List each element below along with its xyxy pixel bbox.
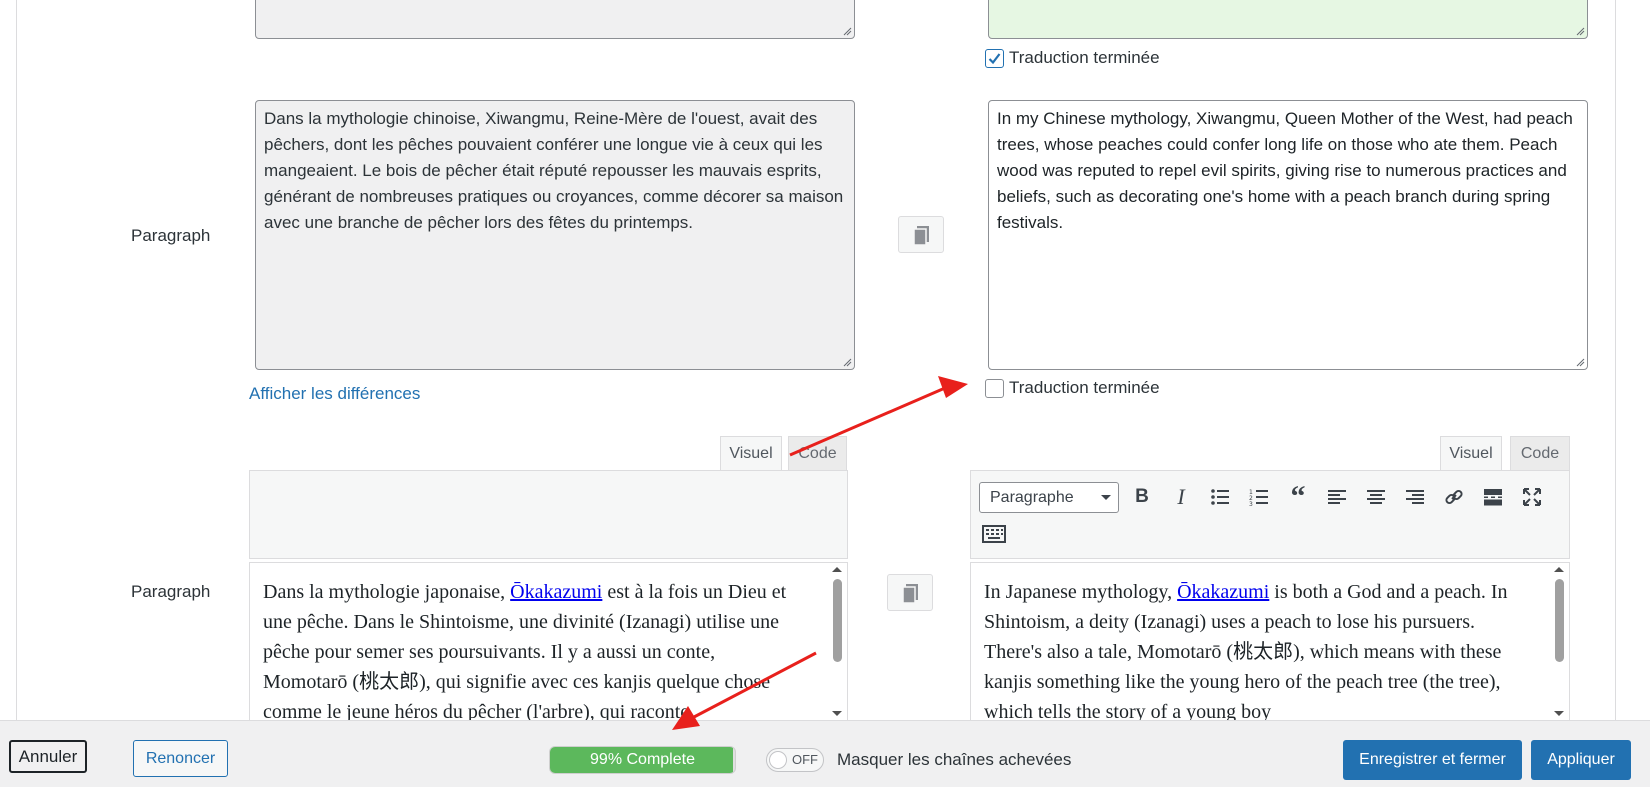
right-tab-code[interactable]: Code xyxy=(1510,436,1570,471)
right-tab-visual[interactable]: Visuel xyxy=(1440,436,1502,471)
apply-button[interactable]: Appliquer xyxy=(1531,740,1631,780)
show-differences-link[interactable]: Afficher les différences xyxy=(249,384,420,404)
translation-done-label: Traduction terminée xyxy=(1009,48,1160,67)
left-tab-visual[interactable]: Visuel xyxy=(720,436,782,471)
resize-grip-icon[interactable] xyxy=(1575,26,1585,36)
read-more-icon[interactable] xyxy=(1478,482,1508,512)
scroll-down-icon[interactable] xyxy=(829,709,845,719)
copy-icon xyxy=(902,584,918,604)
format-select[interactable]: Paragraphe xyxy=(979,482,1119,513)
resize-grip-icon[interactable] xyxy=(842,357,852,367)
scroll-up-icon[interactable] xyxy=(829,564,845,574)
scroll-thumb[interactable] xyxy=(833,579,842,662)
row2-translation-done[interactable]: Traduction terminée xyxy=(985,378,1160,398)
scroll-thumb[interactable] xyxy=(1555,579,1564,662)
row2-source-text: Dans la mythologie chinoise, Xiwangmu, R… xyxy=(264,109,844,232)
panel-right-border xyxy=(1615,0,1616,720)
bold-icon[interactable]: B xyxy=(1127,482,1157,512)
checkbox-unchecked[interactable] xyxy=(985,378,1004,398)
left-editor-text-before: Dans la mythologie japonaise, xyxy=(263,581,511,603)
save-and-close-button[interactable]: Enregistrer et fermer xyxy=(1343,740,1522,780)
right-editor-content[interactable]: In Japanese mythology, Ōkakazumi is both… xyxy=(970,562,1570,722)
progress-text: 99% Complete xyxy=(590,751,695,768)
hide-completed-label: Masquer les chaînes achevées xyxy=(837,750,1072,769)
right-editor-scrollbar[interactable] xyxy=(1551,563,1567,720)
fullscreen-icon[interactable] xyxy=(1517,482,1547,512)
row2-translation-text[interactable]: In my Chinese mythology, Xiwangmu, Queen… xyxy=(997,109,1573,232)
renounce-button[interactable]: Renoncer xyxy=(133,740,228,777)
progress-bar: 99% Complete xyxy=(549,746,736,774)
bullet-list-icon[interactable] xyxy=(1205,482,1235,512)
row3-copy-button[interactable] xyxy=(887,574,933,611)
toolbar-toggle-icon[interactable] xyxy=(979,519,1009,549)
left-editor-toolbar xyxy=(249,470,848,559)
copy-icon xyxy=(913,226,929,246)
hide-completed-toggle[interactable]: OFF xyxy=(766,748,824,772)
row2-translation-textarea[interactable]: In my Chinese mythology, Xiwangmu, Queen… xyxy=(988,100,1588,370)
align-right-icon[interactable] xyxy=(1400,482,1430,512)
toggle-knob xyxy=(769,751,787,769)
right-editor-toolbar: Paragraphe B I 123 “ xyxy=(970,470,1570,559)
scroll-up-icon[interactable] xyxy=(1551,564,1567,574)
right-editor-text-before[interactable]: In Japanese mythology, xyxy=(984,581,1177,603)
blockquote-icon[interactable]: “ xyxy=(1283,480,1313,513)
align-left-icon[interactable] xyxy=(1322,482,1352,512)
italic-icon[interactable]: I xyxy=(1166,482,1196,512)
checkmark-icon xyxy=(988,52,1001,64)
okakazumi-link[interactable]: Ōkakazumi xyxy=(1177,581,1269,603)
row1-source-textarea xyxy=(255,0,855,39)
format-select-value: Paragraphe xyxy=(990,488,1074,506)
align-center-icon[interactable] xyxy=(1361,482,1391,512)
left-tab-code[interactable]: Code xyxy=(788,436,847,471)
toggle-state: OFF xyxy=(792,752,818,767)
row2-copy-button[interactable] xyxy=(898,216,944,253)
panel-left-border xyxy=(16,0,17,720)
numbered-list-icon[interactable]: 123 xyxy=(1244,482,1274,512)
row2-field-label: Paragraph xyxy=(131,226,211,245)
row1-translation-textarea[interactable] xyxy=(988,0,1588,39)
link-icon[interactable] xyxy=(1439,482,1469,512)
left-editor-content: Dans la mythologie japonaise, Ōkakazumi … xyxy=(249,562,848,722)
resize-grip-icon[interactable] xyxy=(842,26,852,36)
left-editor-scrollbar[interactable] xyxy=(829,563,845,720)
resize-grip-icon[interactable] xyxy=(1575,357,1585,367)
row2-source-textarea: Dans la mythologie chinoise, Xiwangmu, R… xyxy=(255,100,855,370)
chevron-down-icon xyxy=(1101,495,1111,500)
translation-done-label: Traduction terminée xyxy=(1009,378,1160,397)
checkbox-checked[interactable] xyxy=(985,48,1004,68)
row3-field-label: Paragraph xyxy=(131,582,211,601)
okakazumi-link[interactable]: Ōkakazumi xyxy=(510,581,602,603)
svg-text:3: 3 xyxy=(1249,501,1253,506)
row1-translation-done[interactable]: Traduction terminée xyxy=(985,48,1160,68)
cancel-button[interactable]: Annuler xyxy=(9,740,87,773)
scroll-down-icon[interactable] xyxy=(1551,709,1567,719)
